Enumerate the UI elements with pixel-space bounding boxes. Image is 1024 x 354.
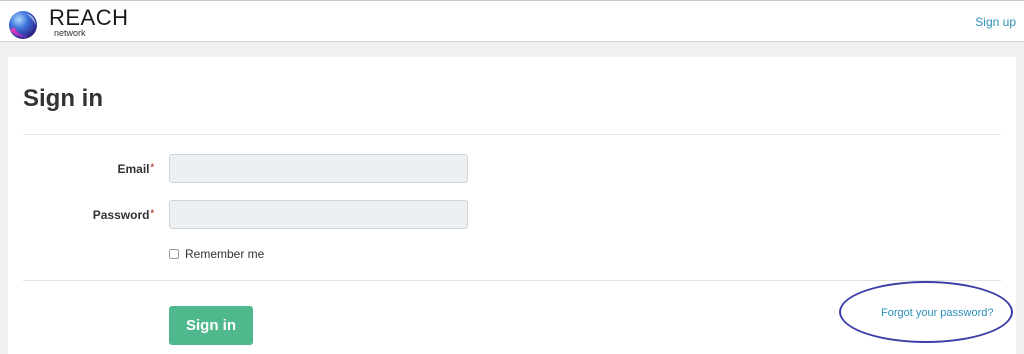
password-field[interactable] [169,200,468,229]
top-navbar: REACH network Sign up [0,0,1024,42]
logo-title: REACH [49,5,129,30]
password-label-text: Password [92,208,150,222]
signin-panel: Sign in Email* Password* Remember me Sig… [8,57,1016,354]
password-label: Password* [93,208,154,222]
remember-me-label[interactable]: Remember me [185,247,264,261]
form-divider [23,280,1001,281]
email-field[interactable] [169,154,468,183]
email-label: Email* [117,162,154,176]
remember-me-checkbox[interactable] [169,249,179,259]
reach-network-logo-icon [9,11,37,39]
title-divider [23,134,1001,135]
email-label-text: Email [117,162,150,176]
signup-link[interactable]: Sign up [975,15,1016,29]
required-marker: * [150,162,154,172]
required-marker: * [150,208,154,218]
signin-button[interactable]: Sign in [169,306,253,345]
page-title: Sign in [23,85,103,112]
forgot-password-link[interactable]: Forgot your password? [881,307,994,319]
logo-subtitle: network [54,28,86,38]
brand-logo[interactable]: REACH network [4,4,134,40]
